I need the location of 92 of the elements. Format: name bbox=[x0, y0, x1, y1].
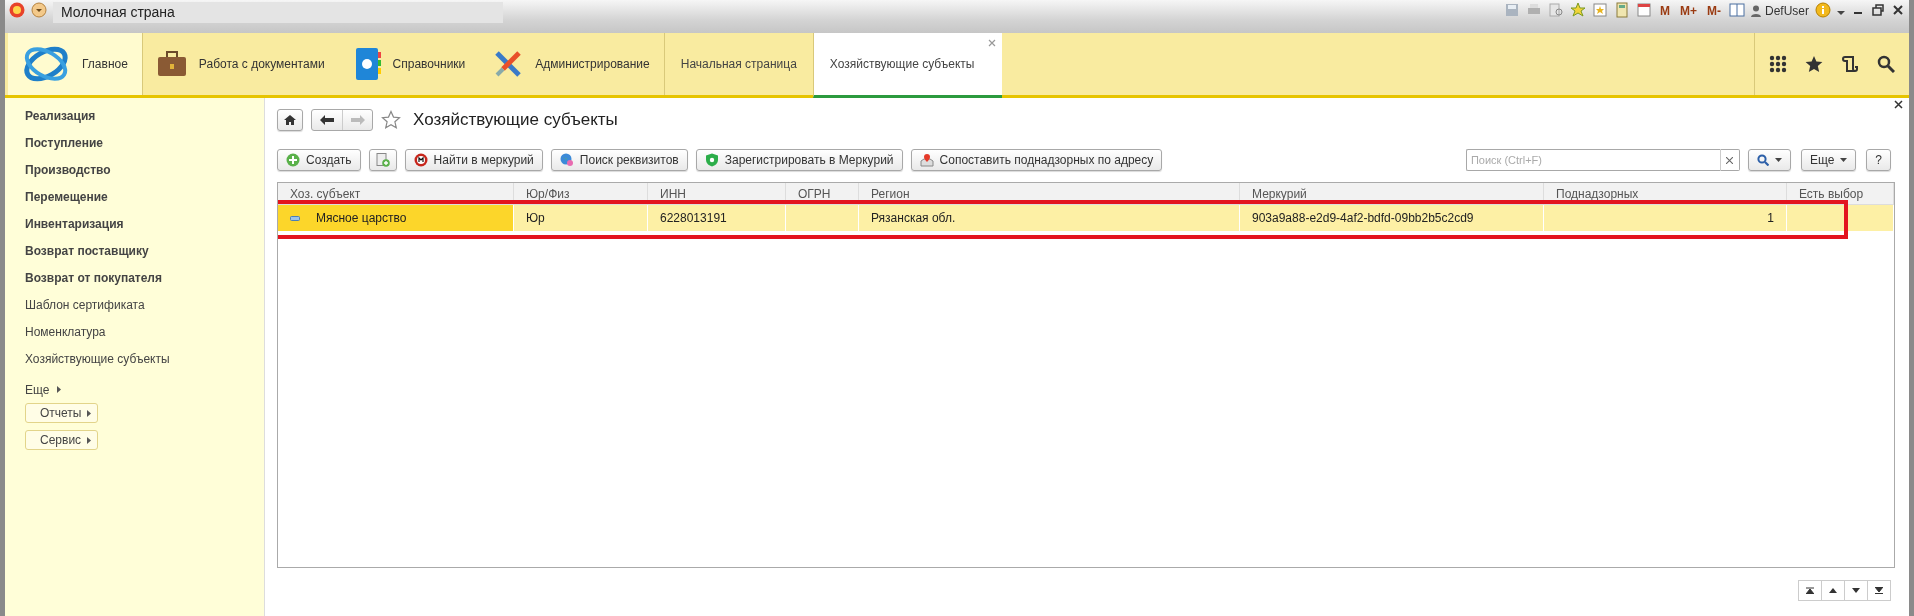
section-tab[interactable]: Администрирование bbox=[479, 33, 664, 95]
search-field[interactable]: Поиск (Ctrl+F) bbox=[1465, 149, 1720, 171]
sidebar-link[interactable]: Перемещение bbox=[25, 187, 108, 214]
scroll-up-icon bbox=[1829, 587, 1837, 594]
info-icon[interactable] bbox=[1815, 2, 1831, 18]
triangle-right-icon bbox=[57, 386, 62, 393]
column-header[interactable]: Юр/Физ bbox=[514, 183, 648, 204]
arrow-right-icon bbox=[350, 115, 365, 125]
search-icon[interactable] bbox=[1877, 55, 1895, 73]
menu-button[interactable]: Сервис bbox=[25, 430, 99, 450]
menu-button[interactable]: Отчеты bbox=[25, 403, 99, 423]
table-row[interactable]: Мясное царство Юр 6228013191 Рязанская обл. 903a9a88-e2d9-4af2-bdfd-09bb2b5c2cd9 1 bbox=[278, 205, 1894, 231]
column-header[interactable]: Поднадзорных bbox=[1544, 183, 1787, 204]
table-cell: 903a9a88-e2d9-4af2-bdfd-09bb2b5c2cd9 bbox=[1252, 211, 1474, 225]
search-button[interactable] bbox=[1747, 149, 1791, 171]
sidebar-link[interactable]: Производство bbox=[25, 160, 111, 187]
apps-grid-icon[interactable] bbox=[1769, 55, 1787, 73]
table-cell: 6228013191 bbox=[660, 211, 727, 225]
scroll-down-button[interactable] bbox=[1844, 580, 1868, 601]
user-icon bbox=[1751, 5, 1761, 17]
memory-button[interactable]: M- bbox=[1705, 2, 1723, 20]
scroll-to-bottom-icon bbox=[1875, 587, 1883, 594]
preview-icon[interactable] bbox=[1547, 2, 1564, 18]
form-title: Хозяйствующие субъекты bbox=[413, 109, 618, 132]
toolbar-button[interactable]: Поиск реквизитов bbox=[550, 149, 688, 171]
caret-icon bbox=[1774, 158, 1782, 162]
calendar-icon[interactable] bbox=[1635, 2, 1652, 18]
more-menu-link[interactable]: Еще bbox=[25, 376, 62, 403]
sidebar-link[interactable]: Хозяйствующие субъекты bbox=[25, 349, 170, 376]
sidebar-link[interactable]: Шаблон сертификата bbox=[25, 295, 145, 322]
document-add-icon bbox=[375, 153, 390, 167]
sidebar-link[interactable]: Реализация bbox=[25, 106, 96, 133]
clear-button[interactable] bbox=[1719, 149, 1740, 171]
column-header[interactable]: Хоз. субъект bbox=[278, 183, 514, 204]
star-add-icon[interactable] bbox=[1569, 2, 1586, 18]
copy-button[interactable] bbox=[368, 149, 397, 171]
close-icon[interactable] bbox=[1894, 100, 1903, 109]
home-icon bbox=[284, 114, 296, 126]
window-title: Молочная страна bbox=[53, 2, 503, 23]
column-header[interactable]: Меркурий bbox=[1240, 183, 1544, 204]
panel-icon[interactable] bbox=[1729, 2, 1745, 18]
section-tab[interactable]: Справочники bbox=[338, 33, 480, 95]
clear-icon[interactable] bbox=[1726, 156, 1734, 164]
section-tab[interactable]: Главное bbox=[8, 33, 143, 95]
home-button[interactable] bbox=[277, 109, 303, 131]
scroll-to-bottom-button[interactable] bbox=[1867, 580, 1891, 601]
toolbar-button[interactable]: Зарегистрировать в Меркурий bbox=[695, 149, 903, 171]
sidebar-link[interactable]: Возврат поставщику bbox=[25, 241, 149, 268]
page-tab[interactable]: Начальная страница bbox=[663, 33, 813, 95]
table-cell-text: Мясное царство bbox=[316, 210, 407, 227]
arrow-left-icon bbox=[320, 115, 334, 125]
more-button[interactable]: Еще bbox=[1800, 149, 1857, 171]
item-marker-icon bbox=[290, 215, 300, 221]
plus-icon bbox=[286, 153, 300, 167]
column-header[interactable]: Есть выбор bbox=[1787, 183, 1894, 204]
caret-icon bbox=[1840, 158, 1848, 162]
column-header[interactable]: ИНН bbox=[648, 183, 786, 204]
map-pin-icon bbox=[919, 153, 934, 167]
page-tab[interactable]: Хозяйствующие субъекты bbox=[812, 33, 1003, 98]
section-tab[interactable]: Работа с документами bbox=[142, 33, 339, 95]
column-header[interactable]: ОГРН bbox=[786, 183, 859, 204]
sidebar-link[interactable]: Номенклатура bbox=[25, 322, 106, 349]
star-icon[interactable] bbox=[381, 110, 401, 130]
sidebar-link[interactable]: Возврат от покупателя bbox=[25, 268, 162, 295]
app-logo-icon bbox=[9, 2, 25, 18]
toolbar-button[interactable]: Найти в меркурий bbox=[404, 149, 543, 171]
user-name[interactable]: DefUser bbox=[1765, 2, 1809, 20]
triangle-right-icon bbox=[87, 436, 92, 444]
dropdown-icon[interactable] bbox=[31, 2, 47, 18]
triangle-right-icon bbox=[87, 409, 92, 417]
memory-button[interactable]: M+ bbox=[1677, 2, 1699, 20]
sidebar-link[interactable]: Инвентаризация bbox=[25, 214, 124, 241]
table-cell: 1 bbox=[1767, 211, 1774, 225]
sidebar-link[interactable]: Поступление bbox=[25, 133, 103, 160]
toolbar-button[interactable]: Сопоставить поднадзорных по адресу bbox=[910, 149, 1163, 171]
restore-icon[interactable] bbox=[1871, 2, 1885, 18]
search-icon bbox=[1756, 154, 1769, 166]
scroll-to-top-button[interactable] bbox=[1798, 580, 1822, 601]
table-cell: Рязанская обл. bbox=[871, 211, 956, 225]
column-header[interactable]: Регион bbox=[859, 183, 1240, 204]
scroll-down-icon bbox=[1852, 587, 1860, 594]
star-icon[interactable] bbox=[1805, 55, 1823, 73]
shield-icon bbox=[704, 153, 719, 167]
star-list-icon[interactable] bbox=[1591, 2, 1608, 18]
scroll-to-top-icon bbox=[1806, 587, 1814, 594]
toolbar-button[interactable]: Создать bbox=[277, 149, 361, 171]
table-cell: Юр bbox=[526, 211, 545, 225]
memory-button[interactable]: M bbox=[1657, 2, 1672, 20]
briefcase-icon bbox=[156, 50, 187, 78]
help-button[interactable]: ? bbox=[1866, 149, 1891, 171]
scroll-up-button[interactable] bbox=[1821, 580, 1845, 601]
tools-icon bbox=[493, 49, 524, 79]
